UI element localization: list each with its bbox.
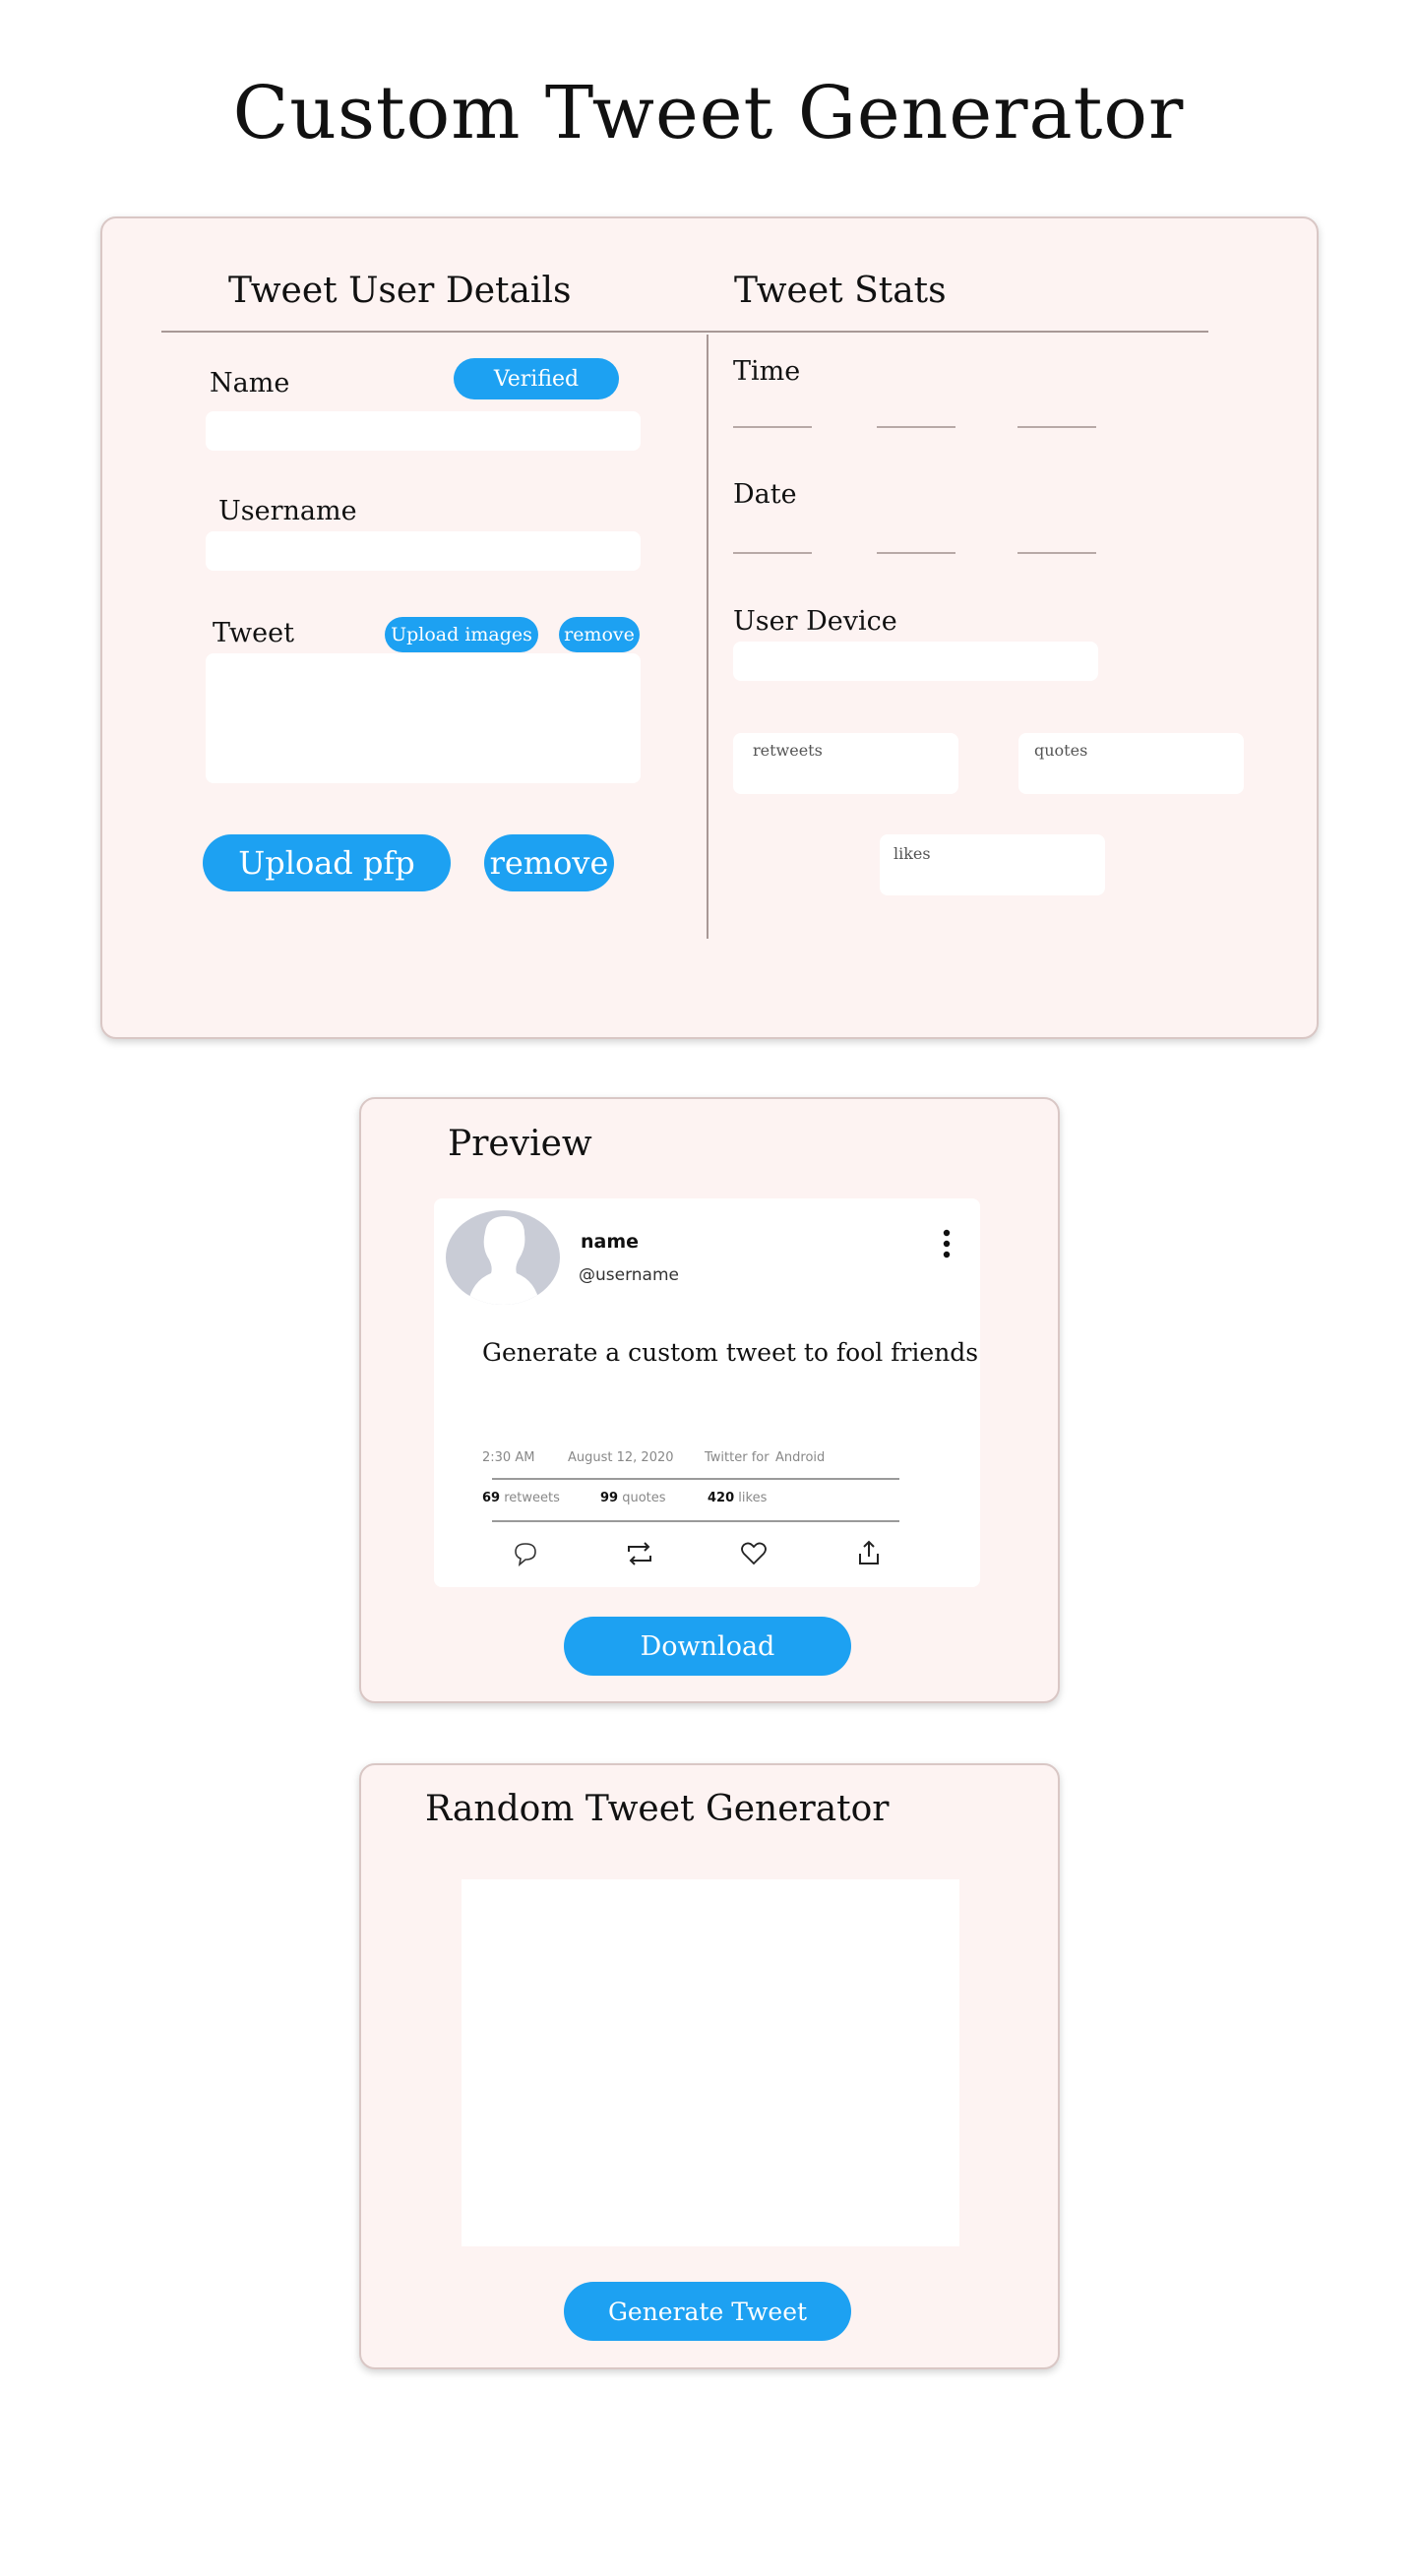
tweet-divider-bottom: [492, 1520, 899, 1522]
tweet-via: Twitter for: [705, 1450, 770, 1465]
retweets-input[interactable]: retweets: [733, 733, 958, 794]
username-input[interactable]: [206, 531, 641, 571]
time-ampm-field[interactable]: [1017, 426, 1096, 428]
date-day-field[interactable]: [877, 552, 955, 554]
tweet-meta-row: 2:30 AM August 12, 2020 Twitter for Andr…: [482, 1450, 915, 1470]
tweet-device: Android: [775, 1450, 826, 1465]
username-label: Username: [218, 496, 357, 526]
device-label: User Device: [733, 606, 897, 637]
tweet-text: Generate a custom tweet to fool friends: [482, 1338, 979, 1367]
random-generator-heading: Random Tweet Generator: [425, 1789, 890, 1829]
quotes-word: quotes: [622, 1491, 666, 1505]
time-label: Time: [733, 356, 801, 387]
likes-count: 420: [708, 1491, 735, 1505]
likes-stat: 420 likes: [708, 1491, 767, 1505]
upload-pfp-button[interactable]: Upload pfp: [203, 834, 451, 891]
page-title: Custom Tweet Generator: [232, 71, 1185, 155]
verified-button[interactable]: Verified: [454, 358, 619, 399]
tweet-stats-row: 69 retweets 99 quotes 420 likes: [482, 1491, 915, 1510]
date-year-field[interactable]: [1017, 552, 1096, 554]
user-details-heading: Tweet User Details: [228, 271, 572, 311]
likes-word: likes: [738, 1491, 768, 1505]
retweets-count: 69: [482, 1491, 501, 1505]
download-button[interactable]: Download: [564, 1617, 851, 1676]
device-input[interactable]: [733, 642, 1098, 681]
quotes-count: 99: [600, 1491, 619, 1505]
likes-input[interactable]: likes: [880, 834, 1105, 895]
panel-divider-vertical: [707, 335, 708, 939]
quotes-input[interactable]: quotes: [1018, 733, 1244, 794]
quotes-placeholder: quotes: [1034, 741, 1088, 760]
tweet-display-name: name: [581, 1231, 640, 1253]
upload-images-button[interactable]: Upload images: [385, 617, 538, 652]
date-month-field[interactable]: [733, 552, 812, 554]
share-icon[interactable]: [855, 1539, 883, 1566]
remove-images-button[interactable]: remove: [559, 617, 640, 652]
remove-pfp-button[interactable]: remove: [484, 834, 614, 891]
random-tweet-output: [462, 1879, 959, 2246]
tweet-label: Tweet: [213, 618, 294, 648]
retweet-icon[interactable]: [625, 1540, 654, 1567]
like-icon[interactable]: [740, 1541, 768, 1566]
tweet-textarea[interactable]: [206, 653, 641, 783]
tweet-stats-heading: Tweet Stats: [734, 271, 947, 311]
tweet-username: @username: [579, 1265, 679, 1285]
name-label: Name: [210, 368, 290, 399]
tweet-time: 2:30 AM: [482, 1450, 535, 1465]
panel-divider-horizontal: [161, 331, 1208, 333]
preview-heading: Preview: [448, 1124, 592, 1164]
reply-icon[interactable]: [512, 1540, 539, 1567]
name-input[interactable]: [206, 411, 641, 451]
time-hour-field[interactable]: [733, 426, 812, 428]
tweet-divider-top: [492, 1478, 899, 1480]
avatar: [446, 1210, 561, 1306]
retweets-placeholder: retweets: [753, 741, 823, 760]
date-label: Date: [733, 479, 797, 510]
time-minute-field[interactable]: [877, 426, 955, 428]
likes-placeholder: likes: [893, 844, 931, 863]
tweet-date: August 12, 2020: [568, 1450, 674, 1465]
retweets-stat: 69 retweets: [482, 1491, 560, 1505]
retweets-word: retweets: [504, 1491, 560, 1505]
more-icon[interactable]: [939, 1228, 955, 1261]
generate-tweet-button[interactable]: Generate Tweet: [564, 2282, 851, 2341]
quotes-stat: 99 quotes: [600, 1491, 666, 1505]
